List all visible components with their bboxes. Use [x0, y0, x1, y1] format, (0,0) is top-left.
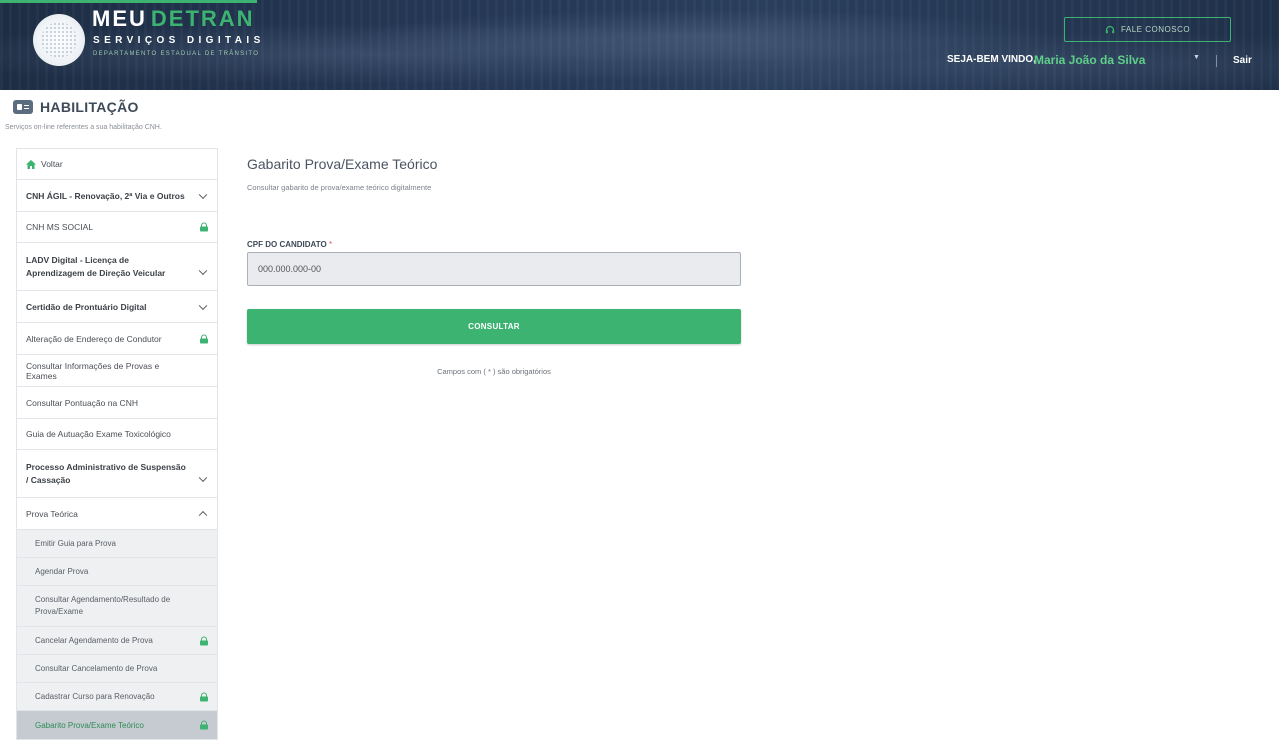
lock-icon — [200, 720, 208, 730]
sidebar-item-guia-toxicologico[interactable]: Guia de Autuação Exame Toxicológico — [17, 419, 217, 450]
sidebar-item-consultar-pontuacao[interactable]: Consultar Pontuação na CNH — [17, 387, 217, 419]
page-description: Consultar gabarito de prova/exame teóric… — [247, 183, 432, 192]
sidebar-item-label: Guia de Autuação Exame Toxicológico — [26, 429, 171, 439]
section-description: Serviços on-line referentes a sua habili… — [5, 124, 162, 131]
cpf-field-label: CPF DO CANDIDATO * — [247, 240, 333, 249]
sidebar-item-label: CNH MS SOCIAL — [26, 222, 94, 232]
headset-icon — [1105, 25, 1115, 33]
sidebar-subitem-label: Consultar Agendamento/Resultado de Prova… — [35, 595, 171, 616]
home-icon — [26, 159, 36, 169]
sidebar-subitem-label: Cancelar Agendamento de Prova — [35, 636, 153, 645]
sidebar-subitem-label: Consultar Cancelamento de Prova — [35, 664, 158, 673]
chevron-down-icon — [198, 473, 208, 483]
sidebar-item-label: Consultar Informações de Provas e Exames — [26, 360, 160, 381]
sidebar-item-cnh-ms-social[interactable]: CNH MS SOCIAL — [17, 212, 217, 243]
user-menu-caret-icon[interactable]: ▼ — [1193, 54, 1200, 61]
sidebar-subitem-consultar-cancelamento[interactable]: Consultar Cancelamento de Prova — [17, 655, 217, 683]
sidebar-item-voltar[interactable]: Voltar — [17, 149, 217, 180]
sidebar-item-label: Voltar — [41, 159, 63, 169]
lock-icon — [200, 636, 208, 645]
welcome-label: SEJA-BEM VINDO, — [947, 54, 1036, 65]
sidebar-item-label: Certidão de Prontuário Digital — [26, 301, 147, 312]
sidebar-subitem-cancelar-agendamento[interactable]: Cancelar Agendamento de Prova — [17, 627, 217, 655]
sidebar-subitem-agendar-prova[interactable]: Agendar Prova — [17, 558, 217, 586]
sidebar-subitem-gabarito-active[interactable]: Gabarito Prova/Exame Teórico — [17, 711, 217, 739]
sidebar-item-certidao-prontuario[interactable]: Certidão de Prontuário Digital — [17, 291, 217, 323]
consultar-button[interactable]: CONSULTAR — [247, 309, 741, 344]
detran-logo-emblem[interactable] — [33, 14, 85, 66]
header-accent-bar — [0, 0, 257, 3]
sidebar-subitem-cadastrar-curso[interactable]: Cadastrar Curso para Renovação — [17, 683, 217, 711]
logout-link[interactable]: Sair — [1233, 55, 1252, 66]
lock-icon — [200, 334, 208, 343]
section-title: HABILITAÇÃO — [40, 99, 139, 115]
sidebar-item-label: LADV Digital - Licença de Aprendizagem d… — [26, 255, 166, 278]
sidebar-subitem-label: Cadastrar Curso para Renovação — [35, 692, 155, 701]
sidebar-item-label: Alteração de Endereço de Condutor — [26, 333, 162, 344]
sidebar-subitem-emitir-guia[interactable]: Emitir Guia para Prova — [17, 530, 217, 558]
sidebar-item-label: Processo Administrativo de Suspensão / C… — [26, 462, 186, 485]
logo-title[interactable]: MEU DETRAN — [92, 6, 255, 32]
sidebar-item-processo-administrativo[interactable]: Processo Administrativo de Suspensão / C… — [17, 450, 217, 498]
sidebar-item-prova-teorica[interactable]: Prova Teórica — [17, 498, 217, 530]
top-header: MEU DETRAN SERVIÇOS DIGITAIS DEPARTAMENTO… — [0, 0, 1279, 90]
sidebar-subitem-consultar-agendamento[interactable]: Consultar Agendamento/Resultado de Prova… — [17, 586, 217, 627]
chevron-down-icon — [198, 301, 208, 310]
chevron-up-icon — [198, 510, 208, 519]
sidebar-item-label: CNH ÁGIL - Renovação, 2ª Via e Outros — [26, 190, 185, 201]
page-title: Gabarito Prova/Exame Teórico — [247, 156, 438, 172]
sidebar-item-ladv-digital[interactable]: LADV Digital - Licença de Aprendizagem d… — [17, 243, 217, 291]
fale-conosco-label: FALE CONOSCO — [1120, 25, 1191, 34]
sidebar-item-alteracao-endereco[interactable]: Alteração de Endereço de Condutor — [17, 323, 217, 355]
sidebar-item-label: Prova Teórica — [26, 508, 78, 519]
services-sidebar: Voltar CNH ÁGIL - Renovação, 2ª Via e Ou… — [16, 148, 218, 740]
sidebar-subitem-label: Emitir Guia para Prova — [35, 539, 116, 548]
sidebar-item-label: Consultar Pontuação na CNH — [26, 397, 138, 408]
sidebar-item-cnh-agil[interactable]: CNH ÁGIL - Renovação, 2ª Via e Outros — [17, 180, 217, 212]
sidebar-subitem-label: Gabarito Prova/Exame Teórico — [35, 720, 144, 730]
fale-conosco-button[interactable]: FALE CONOSCO — [1064, 17, 1231, 42]
lock-icon — [200, 222, 208, 232]
logo-department-text: DEPARTAMENTO ESTADUAL DE TRÂNSITO — [93, 51, 260, 57]
header-divider — [1216, 55, 1217, 67]
user-name-link[interactable]: Maria João da Silva — [1034, 53, 1145, 67]
sidebar-item-consultar-provas[interactable]: Consultar Informações de Provas e Exames — [17, 355, 217, 387]
required-fields-note: Campos com ( * ) são obrigatórios — [437, 367, 551, 376]
chevron-down-icon — [198, 190, 208, 199]
chevron-down-icon — [198, 266, 208, 276]
required-mark: * — [328, 240, 333, 249]
logo-subtitle: SERVIÇOS DIGITAIS — [93, 35, 265, 46]
lock-icon — [200, 692, 208, 701]
cpf-input[interactable] — [247, 252, 741, 286]
sidebar-subitem-label: Agendar Prova — [35, 567, 89, 576]
id-card-icon — [13, 100, 33, 114]
